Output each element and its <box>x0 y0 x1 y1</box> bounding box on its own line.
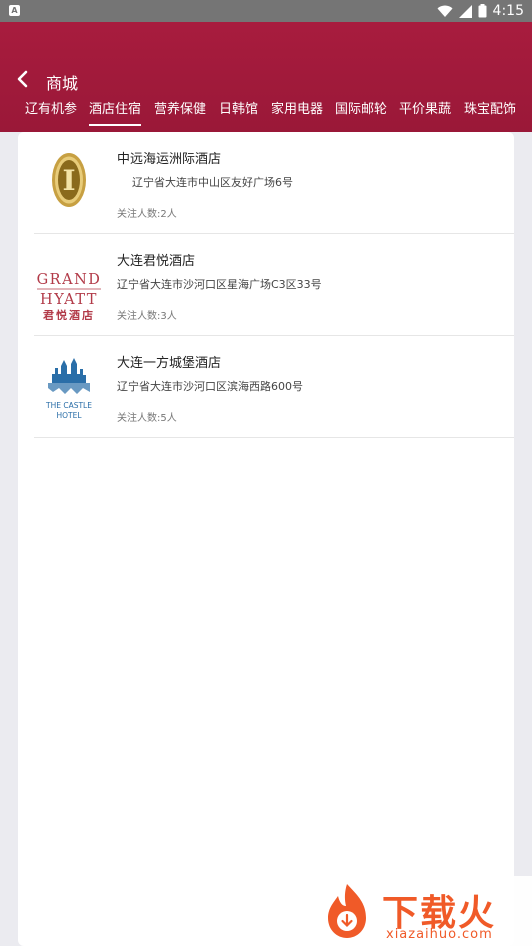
tab-appliances[interactable]: 家用电器 <box>271 98 323 126</box>
clock: 4:15 <box>492 3 524 19</box>
watermark-url: xiazaihuo.com <box>386 927 493 942</box>
tab-hotel[interactable]: 酒店住宿 <box>89 98 142 126</box>
hotel-name: 大连君悦酒店 <box>117 254 196 269</box>
page-title: 商城 <box>46 74 79 93</box>
tab-liaoyou-ginseng[interactable]: 辽有机参 <box>25 98 77 126</box>
hotel-address: 辽宁省大连市沙河口区星海广场C3区33号 <box>117 278 322 291</box>
hotel-address: 辽宁省大连市中山区友好广场6号 <box>132 176 293 189</box>
flame-download-icon <box>328 884 366 938</box>
back-arrow-icon[interactable] <box>14 69 32 89</box>
hotel-followers: 关注人数:5人 <box>117 413 177 424</box>
grand-hyatt-logo: GRAND HYATT 君悦酒店 <box>37 272 102 320</box>
tab-japan-korea[interactable]: 日韩馆 <box>219 98 258 126</box>
tab-produce[interactable]: 平价果蔬 <box>399 98 451 126</box>
castle-hotel-logo: THE CASTLE HOTEL <box>45 358 92 420</box>
hotel-item[interactable]: THE CASTLE HOTEL 大连一方城堡酒店 辽宁省大连市沙河口区滨海西路… <box>34 336 514 438</box>
header: 商城 辽有机参 酒店住宿 营养保健 日韩馆 家用电器 国际邮轮 平价果蔬 珠宝配… <box>0 22 532 132</box>
hotel-name: 中远海运洲际酒店 <box>117 152 222 167</box>
svg-text:HYATT: HYATT <box>40 292 98 308</box>
hotel-name: 大连一方城堡酒店 <box>117 356 222 371</box>
wifi-icon <box>437 5 453 17</box>
svg-text:GRAND: GRAND <box>37 272 102 288</box>
tab-cruise[interactable]: 国际邮轮 <box>335 98 387 126</box>
intercontinental-logo: I <box>52 153 86 207</box>
tab-nutrition[interactable]: 营养保健 <box>154 98 206 126</box>
hotel-item[interactable]: I 中远海运洲际酒店 辽宁省大连市中山区友好广场6号 关注人数:2人 <box>34 132 514 234</box>
svg-text:君悦酒店: 君悦酒店 <box>43 308 95 320</box>
watermark: 下载火 xiazaihuo.com <box>312 876 532 946</box>
tab-jewelry[interactable]: 珠宝配饰 <box>464 98 516 126</box>
intercontinental-logo-letter: I <box>62 164 75 197</box>
svg-text:HOTEL: HOTEL <box>56 411 82 420</box>
hotel-list: I 中远海运洲际酒店 辽宁省大连市中山区友好广场6号 关注人数:2人 GRAND… <box>18 132 514 946</box>
hotel-address: 辽宁省大连市沙河口区滨海西路600号 <box>117 380 303 393</box>
category-tabs: 辽有机参 酒店住宿 营养保健 日韩馆 家用电器 国际邮轮 平价果蔬 珠宝配饰 <box>0 98 532 126</box>
notification-icon: A <box>9 5 20 16</box>
svg-text:THE CASTLE: THE CASTLE <box>45 401 92 410</box>
battery-icon <box>478 4 487 18</box>
status-bar: A 4:15 <box>0 0 532 22</box>
signal-icon <box>458 4 472 18</box>
hotel-item[interactable]: GRAND HYATT 君悦酒店 大连君悦酒店 辽宁省大连市沙河口区星海广场C3… <box>34 234 514 336</box>
hotel-followers: 关注人数:2人 <box>117 209 177 220</box>
hotel-followers: 关注人数:3人 <box>117 311 177 322</box>
